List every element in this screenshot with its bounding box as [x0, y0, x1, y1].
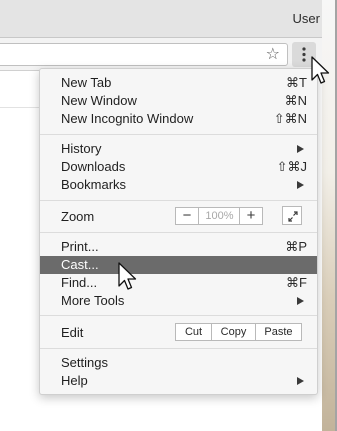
menu-item-label: Cast...: [61, 257, 99, 272]
menu-item-label: Edit: [61, 325, 84, 340]
menu-item-label: History: [61, 141, 102, 156]
fullscreen-icon: [288, 211, 298, 222]
menu-item-shortcut: ⌘P: [285, 239, 307, 254]
menu-item-label: Find...: [61, 275, 98, 290]
menu-item-settings[interactable]: Settings: [40, 354, 317, 372]
menu-item-label: Print...: [61, 239, 99, 254]
chrome-menu-button[interactable]: [292, 42, 316, 67]
menu-item-label: Settings: [61, 355, 108, 370]
menu-item-new-tab[interactable]: New Tab ⌘T: [40, 74, 317, 92]
copy-button[interactable]: Copy: [212, 324, 256, 340]
fullscreen-button[interactable]: [282, 206, 302, 225]
menu-separator: [40, 348, 317, 349]
menu-separator: [40, 315, 317, 316]
menu-item-label: More Tools: [61, 293, 125, 308]
menu-item-new-incognito-window[interactable]: New Incognito Window ⇧⌘N: [40, 110, 317, 128]
submenu-arrow-icon: [297, 297, 304, 305]
menu-item-more-tools[interactable]: More Tools: [40, 292, 317, 310]
zoom-level-value: 100%: [205, 210, 234, 222]
browser-toolbar: ☆: [0, 38, 337, 71]
menu-separator: [40, 232, 317, 233]
menu-item-cast[interactable]: Cast...: [40, 256, 317, 274]
menu-item-find[interactable]: Find... ⌘F: [40, 274, 317, 292]
profile-user-button[interactable]: User: [293, 11, 320, 26]
menu-item-shortcut: ⌘N: [284, 93, 307, 108]
paste-button[interactable]: Paste: [256, 324, 301, 340]
three-dots-vertical-icon: [302, 47, 306, 62]
submenu-arrow-icon: [297, 181, 304, 189]
menu-item-shortcut: ⇧⌘N: [273, 111, 307, 126]
menu-item-label: Zoom: [61, 209, 95, 224]
edit-controls: Cut Copy Paste: [175, 323, 302, 341]
menu-separator: [40, 200, 317, 201]
submenu-arrow-icon: [297, 377, 304, 385]
menu-item-new-window[interactable]: New Window ⌘N: [40, 92, 317, 110]
menu-item-label: New Window: [61, 93, 137, 108]
zoom-control: − 100% +: [175, 207, 263, 225]
submenu-arrow-icon: [297, 145, 304, 153]
menu-item-shortcut: ⌘T: [286, 75, 307, 90]
menu-item-label: Downloads: [61, 159, 126, 174]
menu-item-history[interactable]: History: [40, 140, 317, 158]
menu-item-label: New Tab: [61, 75, 112, 90]
menu-separator: [40, 134, 317, 135]
cut-button[interactable]: Cut: [176, 324, 212, 340]
menu-item-print[interactable]: Print... ⌘P: [40, 238, 317, 256]
address-bar[interactable]: ☆: [0, 43, 288, 66]
zoom-in-button[interactable]: +: [239, 208, 262, 224]
menu-item-downloads[interactable]: Downloads ⇧⌘J: [40, 158, 317, 176]
chrome-main-menu: New Tab ⌘T New Window ⌘N New Incognito W…: [39, 68, 318, 395]
menu-item-bookmarks[interactable]: Bookmarks: [40, 176, 317, 194]
menu-item-label: New Incognito Window: [61, 111, 194, 126]
star-icon[interactable]: ☆: [266, 46, 280, 63]
menu-item-help[interactable]: Help: [40, 372, 317, 390]
title-bar: User: [0, 0, 337, 38]
menu-item-label: Help: [61, 373, 88, 388]
zoom-out-button[interactable]: −: [176, 208, 199, 224]
menu-item-label: Bookmarks: [61, 177, 127, 192]
menu-item-shortcut: ⌘F: [286, 275, 307, 290]
menu-item-shortcut: ⇧⌘J: [276, 159, 307, 174]
